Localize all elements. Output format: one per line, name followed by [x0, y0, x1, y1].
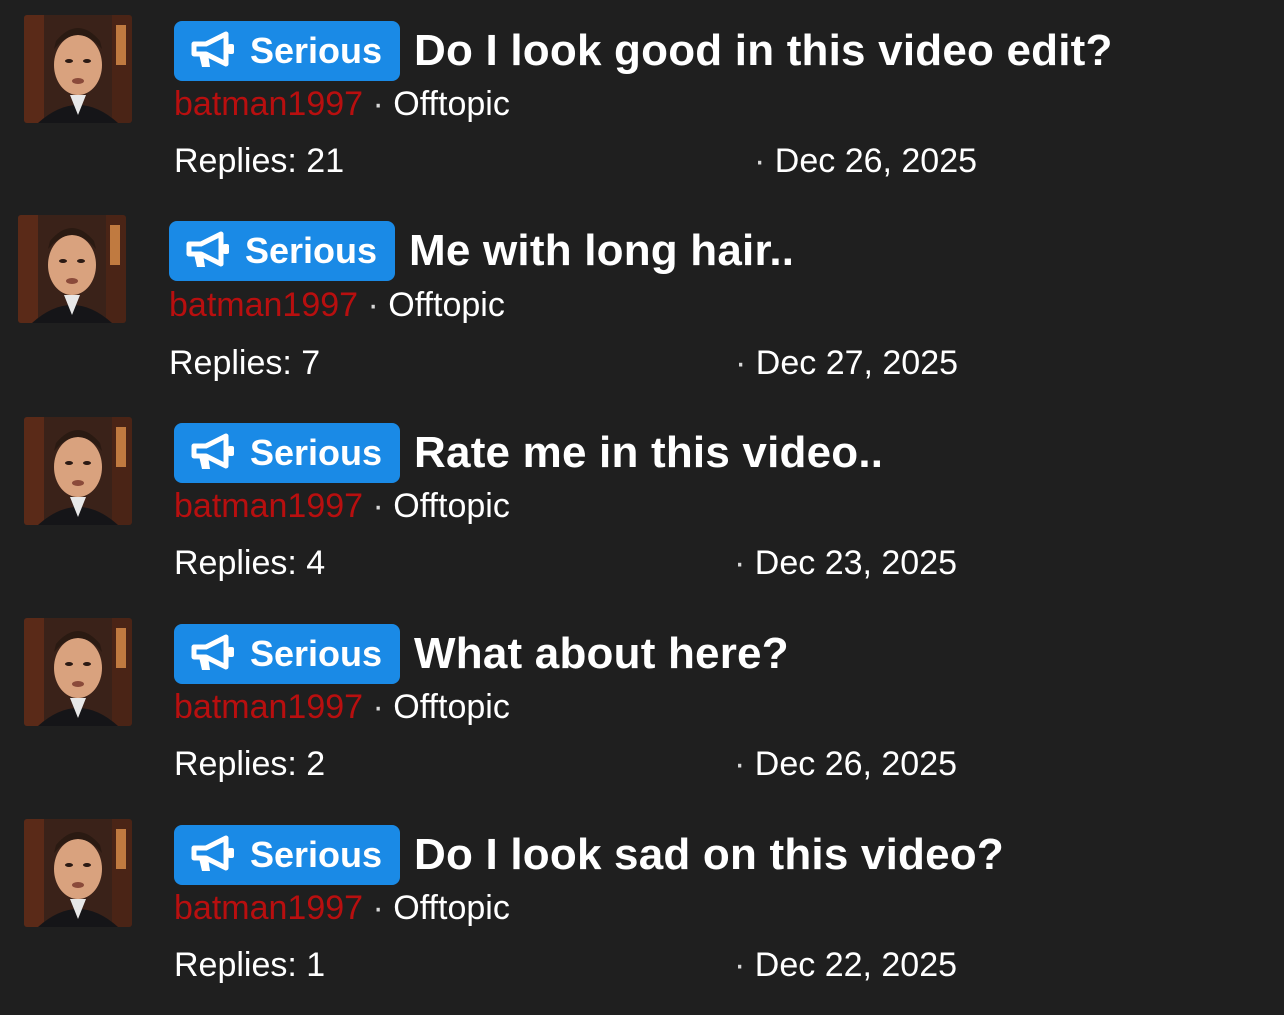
prefix-label: Serious [250, 834, 383, 875]
replies-label: Replies: [174, 745, 297, 783]
avatar[interactable] [18, 215, 126, 323]
avatar-image [24, 15, 132, 123]
prefix-badge[interactable]: Serious [169, 221, 396, 281]
thread-date: · Dec 22, 2025 [734, 946, 957, 985]
forum-link[interactable]: Offtopic [393, 487, 510, 525]
thread-meta: batman1997 · Offtopic [174, 487, 510, 526]
meta-separator: · [367, 286, 379, 324]
replies-count: Replies: 4 [174, 544, 325, 583]
replies-count: Replies: 1 [174, 946, 325, 985]
thread-meta: batman1997 · Offtopic [174, 688, 510, 727]
replies-label: Replies: [174, 946, 297, 984]
thread-date: · Dec 26, 2025 [754, 142, 977, 181]
thread-date: · Dec 23, 2025 [734, 544, 957, 583]
meta-separator: · [372, 688, 384, 726]
avatar-image [24, 618, 132, 726]
thread-title-row: Serious Me with long hair.. [169, 221, 794, 281]
author-link[interactable]: batman1997 [169, 286, 358, 324]
avatar-image [18, 215, 126, 323]
meta-separator: · [372, 85, 384, 123]
date-value[interactable]: Dec 27, 2025 [756, 344, 958, 382]
avatar[interactable] [24, 618, 132, 726]
thread-title-row: Serious Do I look good in this video edi… [174, 21, 1113, 81]
replies-label: Replies: [174, 142, 297, 180]
author-link[interactable]: batman1997 [174, 85, 363, 123]
thread-item: Serious What about here? batman1997 · Of… [0, 602, 1284, 802]
thread-title-row: Serious Do I look sad on this video? [174, 825, 1004, 885]
thread-meta: batman1997 · Offtopic [169, 286, 505, 325]
thread-title-row: Serious Rate me in this video.. [174, 423, 883, 483]
thread-title[interactable]: What about here? [414, 629, 789, 679]
replies-value: 2 [306, 745, 326, 783]
thread-meta: batman1997 · Offtopic [174, 889, 510, 928]
replies-count: Replies: 21 [174, 142, 344, 181]
meta-separator: · [372, 889, 384, 927]
avatar-image [24, 819, 132, 927]
forum-link[interactable]: Offtopic [393, 889, 510, 927]
megaphone-icon [190, 634, 236, 674]
replies-value: 1 [306, 946, 326, 984]
date-value[interactable]: Dec 26, 2025 [775, 142, 977, 180]
thread-title[interactable]: Me with long hair.. [409, 226, 794, 276]
forum-link[interactable]: Offtopic [388, 286, 505, 324]
replies-label: Replies: [169, 344, 292, 382]
thread-item: Serious Me with long hair.. batman1997 ·… [0, 200, 1284, 400]
megaphone-icon [185, 231, 231, 271]
date-separator: · [735, 344, 747, 382]
prefix-label: Serious [250, 432, 383, 473]
thread-item: Serious Do I look good in this video edi… [0, 0, 1284, 200]
date-value[interactable]: Dec 22, 2025 [755, 946, 957, 984]
author-link[interactable]: batman1997 [174, 688, 363, 726]
replies-label: Replies: [174, 544, 297, 582]
megaphone-icon [190, 31, 236, 71]
megaphone-icon [190, 835, 236, 875]
replies-count: Replies: 7 [169, 344, 320, 383]
thread-list: Serious Do I look good in this video edi… [0, 0, 1284, 1015]
prefix-badge[interactable]: Serious [174, 423, 401, 483]
forum-link[interactable]: Offtopic [393, 85, 510, 123]
thread-meta: batman1997 · Offtopic [174, 85, 510, 124]
replies-count: Replies: 2 [174, 745, 325, 784]
thread-title-row: Serious What about here? [174, 624, 789, 684]
author-link[interactable]: batman1997 [174, 889, 363, 927]
prefix-label: Serious [250, 633, 383, 674]
replies-value: 7 [301, 344, 321, 382]
avatar[interactable] [24, 819, 132, 927]
prefix-label: Serious [245, 230, 378, 271]
thread-date: · Dec 27, 2025 [735, 344, 958, 383]
date-separator: · [734, 745, 746, 783]
prefix-label: Serious [250, 30, 383, 71]
thread-title[interactable]: Do I look good in this video edit? [414, 26, 1113, 76]
replies-value: 21 [306, 142, 345, 180]
date-separator: · [734, 946, 746, 984]
meta-separator: · [372, 487, 384, 525]
date-separator: · [734, 544, 746, 582]
date-value[interactable]: Dec 26, 2025 [755, 745, 957, 783]
thread-date: · Dec 26, 2025 [734, 745, 957, 784]
replies-value: 4 [306, 544, 326, 582]
avatar-image [24, 417, 132, 525]
thread-title[interactable]: Do I look sad on this video? [414, 830, 1004, 880]
avatar[interactable] [24, 417, 132, 525]
author-link[interactable]: batman1997 [174, 487, 363, 525]
thread-item: Serious Do I look sad on this video? bat… [0, 803, 1284, 1003]
forum-link[interactable]: Offtopic [393, 688, 510, 726]
date-separator: · [754, 142, 766, 180]
prefix-badge[interactable]: Serious [174, 624, 401, 684]
avatar[interactable] [24, 15, 132, 123]
prefix-badge[interactable]: Serious [174, 825, 401, 885]
megaphone-icon [190, 433, 236, 473]
date-value[interactable]: Dec 23, 2025 [755, 544, 957, 582]
prefix-badge[interactable]: Serious [174, 21, 401, 81]
thread-item: Serious Rate me in this video.. batman19… [0, 401, 1284, 601]
thread-title[interactable]: Rate me in this video.. [414, 428, 883, 478]
